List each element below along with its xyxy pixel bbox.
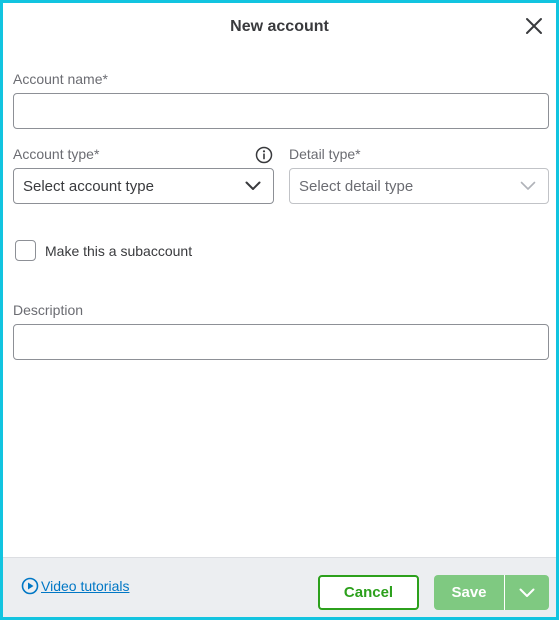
detail-type-label: Detail type* (289, 146, 361, 162)
save-options-button[interactable] (505, 575, 549, 610)
chevron-down-icon (519, 588, 535, 597)
info-icon[interactable] (255, 146, 273, 164)
account-name-input[interactable] (13, 93, 549, 129)
account-type-label: Account type* (13, 146, 100, 162)
detail-type-select[interactable]: Select detail type (289, 168, 549, 204)
close-icon (526, 18, 542, 34)
detail-type-value: Select detail type (299, 178, 414, 195)
cancel-button[interactable]: Cancel (318, 575, 419, 610)
save-button-group: Save (434, 575, 549, 610)
chevron-down-icon (245, 181, 261, 190)
account-type-select[interactable]: Select account type (13, 168, 274, 204)
new-account-dialog: New account Account name* Account type* … (0, 0, 559, 620)
account-name-label: Account name* (13, 71, 108, 87)
save-button[interactable]: Save (434, 575, 505, 610)
description-input[interactable] (13, 324, 549, 360)
dialog-title: New account (230, 18, 329, 35)
subaccount-label: Make this a subaccount (45, 243, 193, 259)
dialog-footer: Video tutorials Cancel Save (3, 557, 556, 617)
description-label: Description (13, 302, 84, 318)
chevron-down-icon (520, 181, 536, 190)
video-tutorials-label: Video tutorials (41, 578, 130, 594)
play-circle-icon (21, 577, 39, 595)
close-button[interactable] (524, 16, 544, 36)
subaccount-checkbox[interactable] (15, 240, 36, 261)
account-type-value: Select account type (23, 178, 154, 195)
video-tutorials-link[interactable]: Video tutorials (21, 577, 129, 595)
dialog-header: New account (3, 3, 556, 53)
